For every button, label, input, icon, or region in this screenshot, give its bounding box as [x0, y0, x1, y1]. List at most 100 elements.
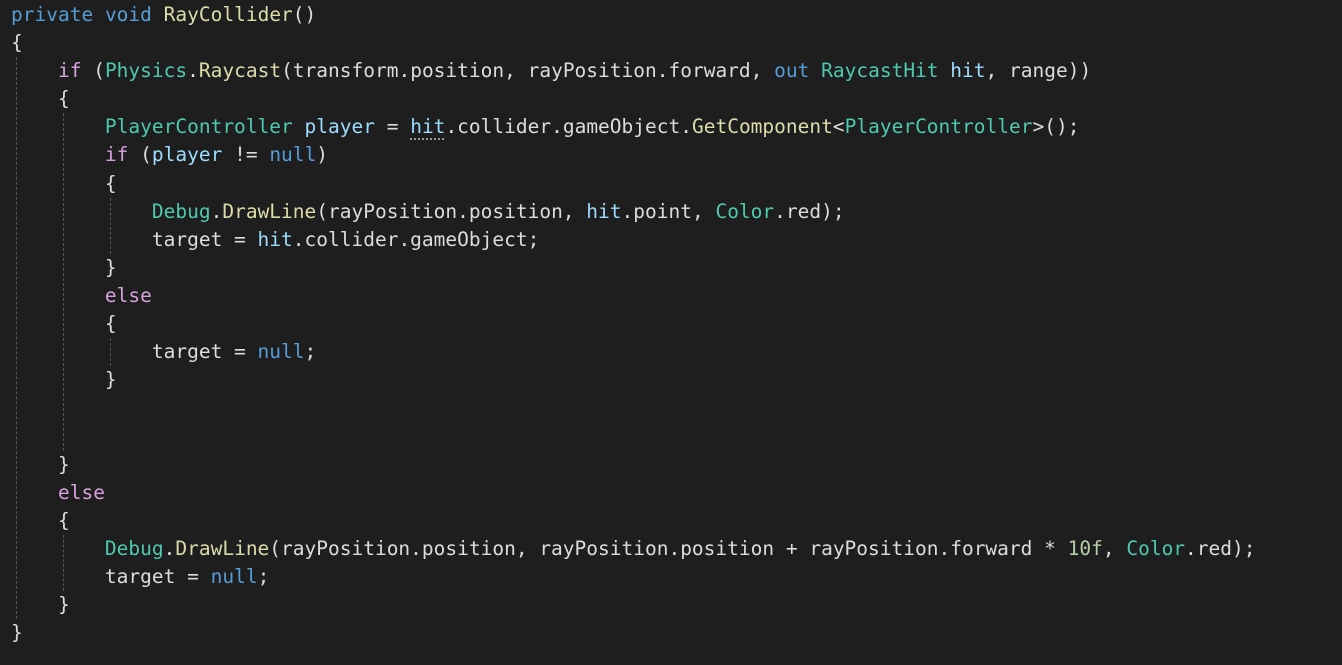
- code-line[interactable]: }: [11, 451, 1256, 479]
- code-token: Color: [1126, 536, 1186, 560]
- code-token: .: [163, 536, 176, 560]
- code-token: 10f: [1067, 536, 1103, 560]
- code-token: GetComponent: [691, 115, 833, 139]
- code-token: Debug: [151, 199, 211, 223]
- code-line[interactable]: {: [11, 170, 1256, 198]
- code-line[interactable]: {: [11, 29, 1256, 57]
- code-line[interactable]: target = null;: [11, 563, 1256, 591]
- code-line[interactable]: }: [11, 591, 1256, 619]
- code-token: player: [304, 115, 375, 139]
- code-area[interactable]: private void RayCollider(){ if (Physics.…: [11, 1, 1256, 647]
- code-line[interactable]: if (player != null): [11, 141, 1256, 169]
- code-line[interactable]: target = hit.collider.gameObject;: [11, 226, 1256, 254]
- code-token: if: [57, 59, 82, 83]
- code-token: {: [11, 31, 23, 55]
- code-token: .collider.gameObject;: [292, 227, 540, 251]
- code-token: {: [11, 312, 117, 336]
- code-line[interactable]: [11, 394, 1256, 422]
- code-token: null: [210, 564, 258, 588]
- code-token: ;: [304, 340, 317, 364]
- code-line[interactable]: else: [11, 282, 1256, 310]
- code-line[interactable]: else: [11, 479, 1256, 507]
- code-token: ;: [257, 564, 270, 588]
- code-line[interactable]: }: [11, 254, 1256, 282]
- code-token: (: [128, 143, 152, 167]
- code-token: .: [210, 199, 223, 223]
- code-token: null: [257, 340, 305, 364]
- code-line[interactable]: }: [11, 619, 1256, 647]
- code-token: else: [57, 480, 105, 504]
- code-token: player: [151, 143, 223, 167]
- code-token: .collider.gameObject.: [445, 115, 692, 139]
- code-token: !=: [222, 143, 270, 167]
- code-token: target =: [11, 564, 211, 588]
- code-token: ): [316, 143, 329, 167]
- code-token: .red);: [774, 199, 845, 223]
- code-token: private: [11, 3, 94, 26]
- code-token: (transform.position, rayPosition.forward…: [281, 59, 775, 83]
- code-line[interactable]: Debug.DrawLine(rayPosition.position, hit…: [11, 198, 1256, 226]
- code-token: hit: [410, 115, 446, 139]
- code-line[interactable]: target = null;: [11, 338, 1256, 366]
- code-token: RayCollider: [163, 3, 293, 26]
- code-token: =: [374, 115, 411, 139]
- code-token: }: [11, 368, 117, 392]
- code-token: }: [11, 452, 70, 476]
- code-token: PlayerController: [104, 115, 293, 139]
- code-token: Raycast: [198, 59, 282, 83]
- code-token: DrawLine: [222, 199, 317, 223]
- code-token: }: [11, 592, 70, 616]
- code-token: }: [11, 621, 23, 645]
- code-token: out: [774, 59, 810, 83]
- code-token: <: [832, 115, 845, 139]
- code-editor[interactable]: private void RayCollider(){ if (Physics.…: [0, 0, 1342, 665]
- code-token: hit: [257, 227, 293, 251]
- code-line[interactable]: Debug.DrawLine(rayPosition.position, ray…: [11, 535, 1256, 563]
- code-line[interactable]: {: [11, 85, 1256, 113]
- code-line[interactable]: {: [11, 310, 1256, 338]
- code-token: Physics: [104, 59, 188, 83]
- code-token: }: [11, 255, 117, 279]
- code-line[interactable]: [11, 422, 1256, 450]
- code-line[interactable]: private void RayCollider(): [11, 1, 1256, 29]
- code-token: , range)): [985, 59, 1092, 83]
- code-token: (rayPosition.position,: [316, 199, 587, 223]
- code-token: {: [11, 508, 70, 532]
- code-token: (rayPosition.position, rayPosition.posit…: [269, 536, 1068, 560]
- code-token: Color: [715, 199, 775, 223]
- code-token: PlayerController: [844, 115, 1033, 139]
- code-token: hit: [586, 199, 622, 223]
- code-line[interactable]: if (Physics.Raycast(transform.position, …: [11, 57, 1256, 85]
- code-token: target =: [11, 340, 258, 364]
- code-token: .: [187, 59, 199, 83]
- code-token: (: [81, 59, 105, 83]
- code-token: .point,: [621, 199, 716, 223]
- code-line[interactable]: }: [11, 366, 1256, 394]
- code-token: if: [104, 143, 129, 167]
- code-token: DrawLine: [175, 536, 270, 560]
- code-token: null: [269, 143, 317, 167]
- code-token: Debug: [104, 536, 164, 560]
- code-line[interactable]: {: [11, 507, 1256, 535]
- code-token: RaycastHit: [821, 59, 939, 83]
- code-token: {: [11, 87, 70, 111]
- code-token: .red);: [1185, 536, 1256, 560]
- code-token: else: [104, 283, 152, 307]
- code-token: >();: [1032, 115, 1080, 139]
- code-token: {: [11, 171, 117, 195]
- code-line[interactable]: PlayerController player = hit.collider.g…: [11, 113, 1256, 141]
- code-token: target =: [11, 227, 258, 251]
- code-token: hit: [950, 59, 986, 83]
